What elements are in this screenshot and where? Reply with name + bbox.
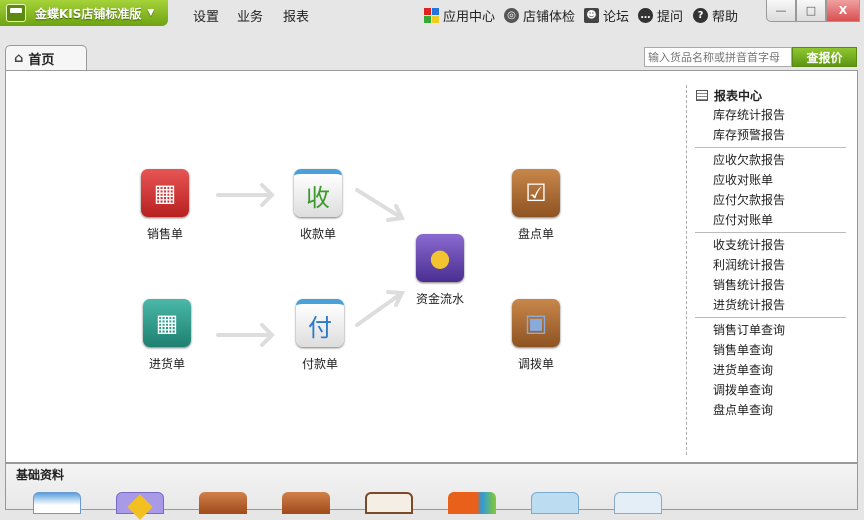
product-box-icon[interactable] xyxy=(116,492,164,520)
maximize-button[interactable]: □ xyxy=(796,0,826,22)
arrow-icon xyxy=(216,323,275,347)
receipt-node[interactable]: 收 收款单 xyxy=(278,169,358,242)
report-icon xyxy=(696,89,708,101)
report-link[interactable]: 销售统计报告 xyxy=(690,275,850,295)
report-link[interactable]: 销售订单查询 xyxy=(690,320,850,340)
report-link[interactable]: 应收对账单 xyxy=(690,170,850,190)
report-link[interactable]: 进货单查询 xyxy=(690,360,850,380)
report-link[interactable]: 应付欠款报告 xyxy=(690,190,850,210)
payment-node[interactable]: 付 付款单 xyxy=(280,299,360,372)
sales-order-node[interactable]: ▦ 销售单 xyxy=(125,169,205,242)
close-button[interactable]: X xyxy=(826,0,860,22)
arrow-icon xyxy=(355,290,406,327)
report-center: 报表中心 库存统计报告 库存预警报告 应收欠款报告 应收对账单 应付欠款报告 应付对账单收… xyxy=(690,85,850,420)
report-link[interactable]: 收支统计报告 xyxy=(690,235,850,255)
report-link[interactable]: 库存预警报告 xyxy=(690,125,850,145)
color-tags-icon[interactable] xyxy=(448,492,496,514)
coins-icon: ● xyxy=(416,234,464,282)
help-button[interactable]: ? 帮助 xyxy=(693,6,738,25)
report-link[interactable]: 销售单查询 xyxy=(690,340,850,360)
report-link[interactable]: 调拨单查询 xyxy=(690,380,850,400)
report-link[interactable]: 库存统计报告 xyxy=(690,105,850,125)
report-separator xyxy=(695,317,846,318)
address-book-icon[interactable] xyxy=(365,492,413,514)
calendar-icon[interactable] xyxy=(33,492,81,514)
close-icon: X xyxy=(838,4,848,17)
folder-documents-icon[interactable] xyxy=(282,492,330,514)
clipboard-box-icon: ▣ xyxy=(512,299,560,347)
minimize-icon: — xyxy=(775,4,787,17)
price-query-button[interactable]: 查报价 xyxy=(792,47,857,67)
report-link[interactable]: 盘点单查询 xyxy=(690,400,850,420)
report-link[interactable]: 利润统计报告 xyxy=(690,255,850,275)
purchase-order-icon: ▦ xyxy=(143,299,191,347)
arrow-icon xyxy=(216,183,275,207)
transfer-node[interactable]: ▣ 调拨单 xyxy=(496,299,576,372)
folder-icon[interactable] xyxy=(199,492,247,514)
printer-icon[interactable] xyxy=(531,492,579,514)
report-separator xyxy=(695,232,846,233)
cashflow-node[interactable]: ● 资金流水 xyxy=(400,234,480,307)
arrow-icon xyxy=(355,188,406,222)
report-link[interactable]: 进货统计报告 xyxy=(690,295,850,315)
help-icon: ? xyxy=(693,8,708,23)
divider xyxy=(686,85,687,455)
maximize-icon: □ xyxy=(805,4,817,17)
clipboard-checklist-icon: ☑ xyxy=(512,169,560,217)
report-separator xyxy=(695,147,846,148)
backup-clock-icon[interactable] xyxy=(614,492,662,514)
sales-order-icon: ▦ xyxy=(141,169,189,217)
payment-icon: 付 xyxy=(296,299,344,347)
receipt-icon: 收 xyxy=(294,169,342,217)
stocktake-node[interactable]: ☑ 盘点单 xyxy=(496,169,576,242)
purchase-order-node[interactable]: ▦ 进货单 xyxy=(127,299,207,372)
report-link[interactable]: 应收欠款报告 xyxy=(690,150,850,170)
minimize-button[interactable]: — xyxy=(766,0,796,22)
basic-data-section: 基础资料 xyxy=(5,463,858,520)
report-link[interactable]: 应付对账单 xyxy=(690,210,850,230)
